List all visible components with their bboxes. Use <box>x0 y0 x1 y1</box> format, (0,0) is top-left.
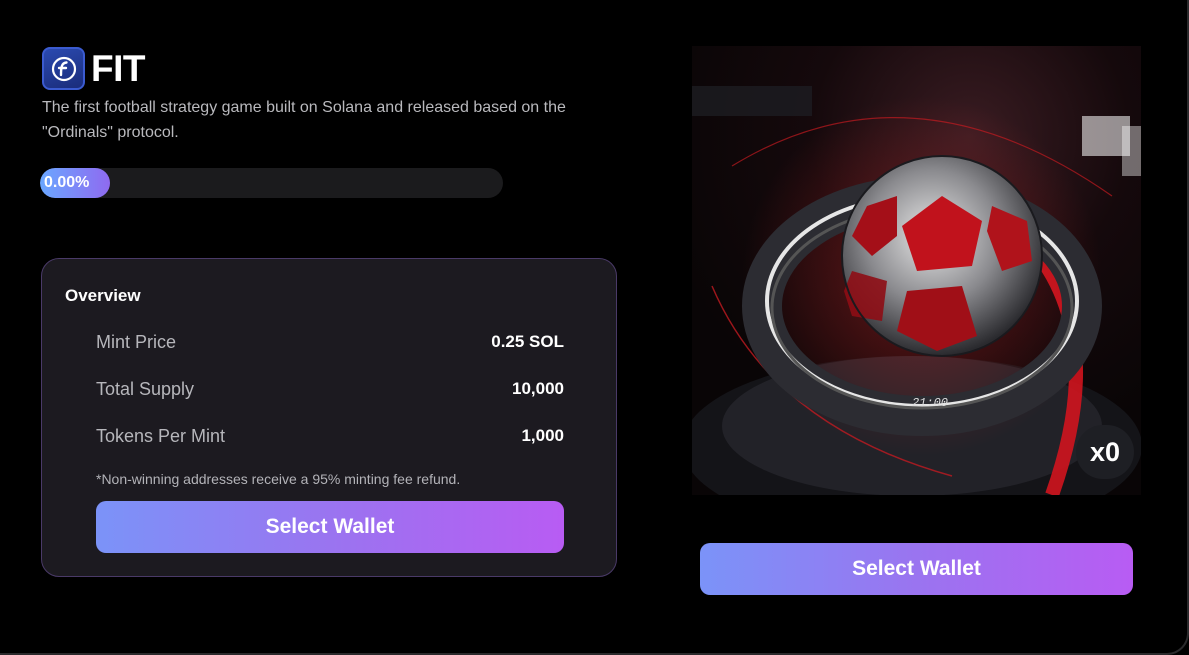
tagline: The first football strategy game built o… <box>42 99 566 141</box>
row-label: Tokens Per Mint <box>96 425 226 446</box>
overview-row-total-supply: Total Supply 10,000 <box>96 377 564 401</box>
football-artwork-image: 21:00 <box>692 46 1141 495</box>
fit-logo-icon <box>42 47 85 90</box>
count-badge: x0 <box>1076 425 1134 479</box>
overview-title: Overview <box>65 286 141 305</box>
overview-row-mint-price: Mint Price 0.25 SOL <box>96 330 564 354</box>
row-label: Total Supply <box>96 378 195 399</box>
overview-card: Overview Mint Price 0.25 SOL Total Suppl… <box>41 258 617 577</box>
row-value: 10,000 <box>512 379 564 398</box>
brand-name: FIT <box>91 47 145 89</box>
progress-label: 0.00% <box>44 174 90 191</box>
refund-note: *Non-winning addresses receive a 95% min… <box>96 471 461 487</box>
artwork-clock-text: 21:00 <box>912 396 948 410</box>
row-label: Mint Price <box>96 331 177 352</box>
row-value: 1,000 <box>521 426 564 445</box>
mint-progress-bar: 0.00% <box>40 168 503 198</box>
overview-row-tokens-per-mint: Tokens Per Mint 1,000 <box>96 424 564 448</box>
page-frame: FIT The first football strategy game bui… <box>0 0 1189 655</box>
row-value: 0.25 SOL <box>491 332 564 351</box>
select-wallet-main-button[interactable]: Select Wallet <box>700 543 1133 595</box>
brand-header: FIT <box>42 47 145 90</box>
select-wallet-button[interactable]: Select Wallet <box>96 501 564 553</box>
